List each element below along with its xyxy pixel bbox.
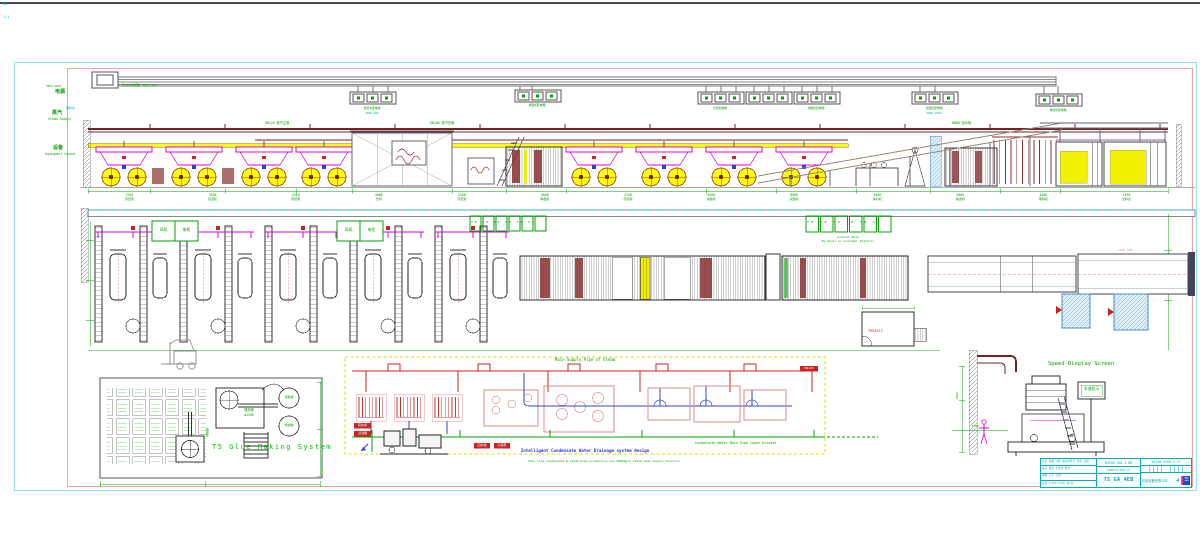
tray-box-label: 双面机配电箱 [906, 107, 962, 110]
revision-row: 审核 工艺 日期 [1041, 474, 1096, 481]
piping-title: Main Supply Pipe of Steam [500, 358, 670, 362]
revision-row: 比例 1:100 共1张 第1张 [1041, 481, 1096, 487]
fan-room-label: 风机 [153, 228, 174, 232]
cable-tray-title: 动力电缆桥架 380V/50Hz [122, 84, 158, 87]
dimension-label: 8000双面机 [753, 193, 836, 201]
drawing-linework [0, 0, 1200, 557]
steam-pipe-label: DN80 回水管 [952, 122, 971, 125]
print-mark-scale: 1:1 [3, 16, 9, 20]
tray-box-label: 天桥配电箱 [692, 107, 748, 110]
pump-label: 输送泵 [205, 428, 208, 437]
fan-room-label: 电柜 [361, 228, 382, 232]
sheet-code: TS GA 4EB [1097, 474, 1140, 487]
mixer-size-label: φ1200 [236, 414, 262, 417]
tray-box-sub-label: 380V 60A [344, 112, 400, 115]
dimension-row: 2250原纸架 3350接纸机 2250原纸架 4000天桥 2250原纸架 5… [88, 193, 1168, 201]
boiler-label: 锅炉房 [66, 107, 75, 110]
dimension-label: 5000输送桥 [919, 193, 1002, 201]
bridge-machine [350, 131, 524, 186]
piping-chip-label: 过滤器 [354, 432, 371, 435]
mixer-label: 搅拌罐 [236, 409, 262, 412]
control-room-note: By Owner or Customer Electric [800, 240, 896, 243]
speed-dim-label: 2300 [955, 392, 958, 399]
fan-room-label: 电柜 [176, 228, 197, 232]
steam-pipe-label: DN125 蒸汽主管 [265, 122, 289, 125]
tray-box-sub-label: 380V 100A [906, 112, 962, 115]
plan-view [86, 210, 1195, 350]
tray-box-label: 堆码机配电箱 [1030, 109, 1086, 112]
dimension-label: 2250原纸架 [586, 193, 669, 201]
title-block-model-column: WJ250-250-1.8B 2200×5/250-7L TS GA 4EB [1097, 459, 1141, 487]
dimension-label: 3350接纸机 [171, 193, 254, 201]
steam-view-label-en: Steam Supply [48, 118, 71, 121]
tray-box-label: 原纸架配电箱 [344, 107, 400, 110]
tank-label: 成胶罐 [279, 424, 299, 427]
stacker-cabinets [1056, 140, 1166, 186]
equipment-view-label-en: Equipment Layout [45, 153, 76, 156]
speed-dim-label: 1500 [972, 425, 979, 428]
machine-model: WJ250-250-1.8B [1097, 459, 1140, 467]
tank-label: 淀粉罐 [279, 396, 299, 399]
piping-chip-label: 回水箱 [474, 444, 490, 447]
cad-drawing-sheet: A0 1:1 380V 50Hz 电源 锅炉房 蒸汽 Steam Supply … [0, 0, 1200, 557]
steam-view-label-zh: 蒸汽 [52, 111, 62, 116]
piping-footnote: This line condensate & steam pipe produc… [528, 460, 680, 463]
power-view-label: 电源 [55, 90, 65, 95]
revision-row: 标记 处数 分区 更改文件号 签名 日期 [1041, 459, 1096, 466]
title-block-right-column: WJ250-2200-2-1F 机械设备有限公司 ◢ 华 [1141, 459, 1191, 487]
power-note-label: 380V 50Hz [46, 85, 61, 88]
glue-system-title: T5 Glue Making System [212, 444, 332, 452]
dimension-label: 1495出料台 [1085, 193, 1168, 201]
title-block-revision-table: 标记 处数 分区 更改文件号 签名 日期 设计 校对 标准化 批准 审核 工艺 … [1041, 459, 1097, 487]
piping-bracket-note: Condensate Water Main Pipe Lower Bracket [695, 442, 777, 446]
revision-row: 设计 校对 标准化 批准 [1041, 466, 1096, 473]
dimension-label: 5600单面机 [503, 193, 586, 201]
piping-chip-label: DN125 [800, 367, 818, 370]
dimension-label: 2250原纸架 [254, 193, 337, 201]
tray-box-label: 单面机配电箱 [509, 104, 565, 107]
dimension-label: 2250原纸架 [420, 193, 503, 201]
speed-display-text: 车速显示 [1081, 387, 1102, 391]
company-logo-icon: 华 [1181, 476, 1190, 485]
elevation-view [80, 72, 1195, 194]
title-block: 标记 处数 分区 更改文件号 签名 日期 设计 校对 标准化 批准 审核 工艺 … [1040, 458, 1192, 488]
steam-pipe-label: DN100 蒸汽支管 [430, 122, 454, 125]
dimension-label: 2250原纸架 [88, 193, 171, 201]
conveyor-note: 1495.72m [1118, 249, 1132, 252]
speed-display-label: Speed Display Screen [1048, 362, 1114, 368]
piping-chip-label: 疏水阀 [354, 424, 371, 427]
forklift [161, 340, 196, 369]
dimension-label: 4500涂胶机 [670, 193, 753, 201]
panel-row-label: 1# 2# 3# 4# 5# 6# [807, 221, 893, 224]
dimension-label: 3000横切机 [836, 193, 919, 201]
room-code-label: TRE8Y12 [868, 330, 883, 334]
machine-spec: 2200×5/250-7L [1097, 467, 1140, 474]
projection-symbol-icon: ◢ [1176, 477, 1179, 483]
company-name: 机械设备有限公司 [1142, 478, 1168, 483]
drawing-number: WJ250-2200-2-1F [1141, 459, 1191, 466]
print-mark-size: A0 [3, 3, 7, 7]
fan-room-label: 风机 [338, 228, 359, 232]
tray-box-label: 涂胶机配电箱 [788, 107, 844, 110]
steam-piping-schematic [345, 357, 878, 454]
dimension-label: 4200堆码机 [1002, 193, 1085, 201]
panel-row-label: 1# 2# 3# 4# 5# 6# [471, 221, 547, 224]
dimension-label: 4000天桥 [337, 193, 420, 201]
revision-tick-grid [1141, 466, 1191, 473]
equipment-view-label-zh: 设备 [53, 146, 63, 151]
piping-chip-label: 冷凝泵 [494, 444, 510, 447]
piping-system-title: Intelligent Condensate Water Drainage sy… [498, 449, 672, 454]
